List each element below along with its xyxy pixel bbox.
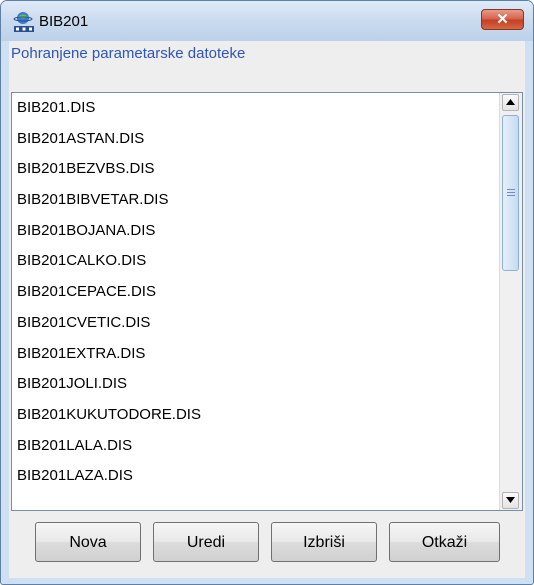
dialog-window: BIB201 ✕ Pohranjene parametarske datotek… [0,0,534,585]
file-list-item[interactable]: BIB201LALA.DIS [12,431,498,462]
scroll-down-button[interactable] [502,492,519,509]
iss-logo-icon [13,11,35,33]
vertical-scrollbar[interactable] [499,93,522,510]
file-list-item[interactable]: BIB201CALKO.DIS [12,246,498,277]
file-list-item[interactable]: BIB201LAZA.DIS [12,461,498,492]
grip-line [507,192,515,193]
scroll-thumb[interactable] [502,115,519,271]
file-list-items: BIB201.DIS BIB201ASTAN.DIS BIB201BEZVBS.DI… [12,93,498,492]
file-list[interactable]: BIB201.DIS BIB201ASTAN.DIS BIB201BEZVBS.DI… [11,92,523,511]
close-icon: ✕ [496,11,509,28]
file-list-item[interactable]: BIB201JOLI.DIS [12,369,498,400]
button-bar: Nova Uredi Izbriši Otkaži [9,517,525,567]
edit-button[interactable]: Uredi [153,522,259,562]
file-list-item[interactable]: BIB201KUKUTODORE.DIS [12,400,498,431]
grip-line [507,189,515,190]
file-list-item[interactable]: BIB201BIBVETAR.DIS [12,185,498,216]
close-button[interactable]: ✕ [481,9,524,30]
file-list-item[interactable]: BIB201.DIS [12,93,498,124]
grip-line [507,195,515,196]
cancel-button[interactable]: Otkaži [389,522,500,562]
title-bar[interactable]: BIB201 ✕ [1,1,533,41]
file-list-item[interactable]: BIB201CEPACE.DIS [12,277,498,308]
window-title: BIB201 [39,13,89,30]
scroll-up-button[interactable] [502,94,519,111]
file-list-item[interactable]: BIB201ASTAN.DIS [12,124,498,155]
delete-button[interactable]: Izbriši [271,522,377,562]
new-button[interactable]: Nova [35,522,141,562]
dialog-content: Pohranjene parametarske datoteke BIB201.… [9,41,525,578]
file-list-item[interactable]: BIB201CVETIC.DIS [12,308,498,339]
file-list-item[interactable]: BIB201BEZVBS.DIS [12,154,498,185]
file-list-item[interactable]: BIB201EXTRA.DIS [12,339,498,370]
section-label: Pohranjene parametarske datoteke [11,45,246,62]
file-list-item[interactable]: BIB201BOJANA.DIS [12,216,498,247]
